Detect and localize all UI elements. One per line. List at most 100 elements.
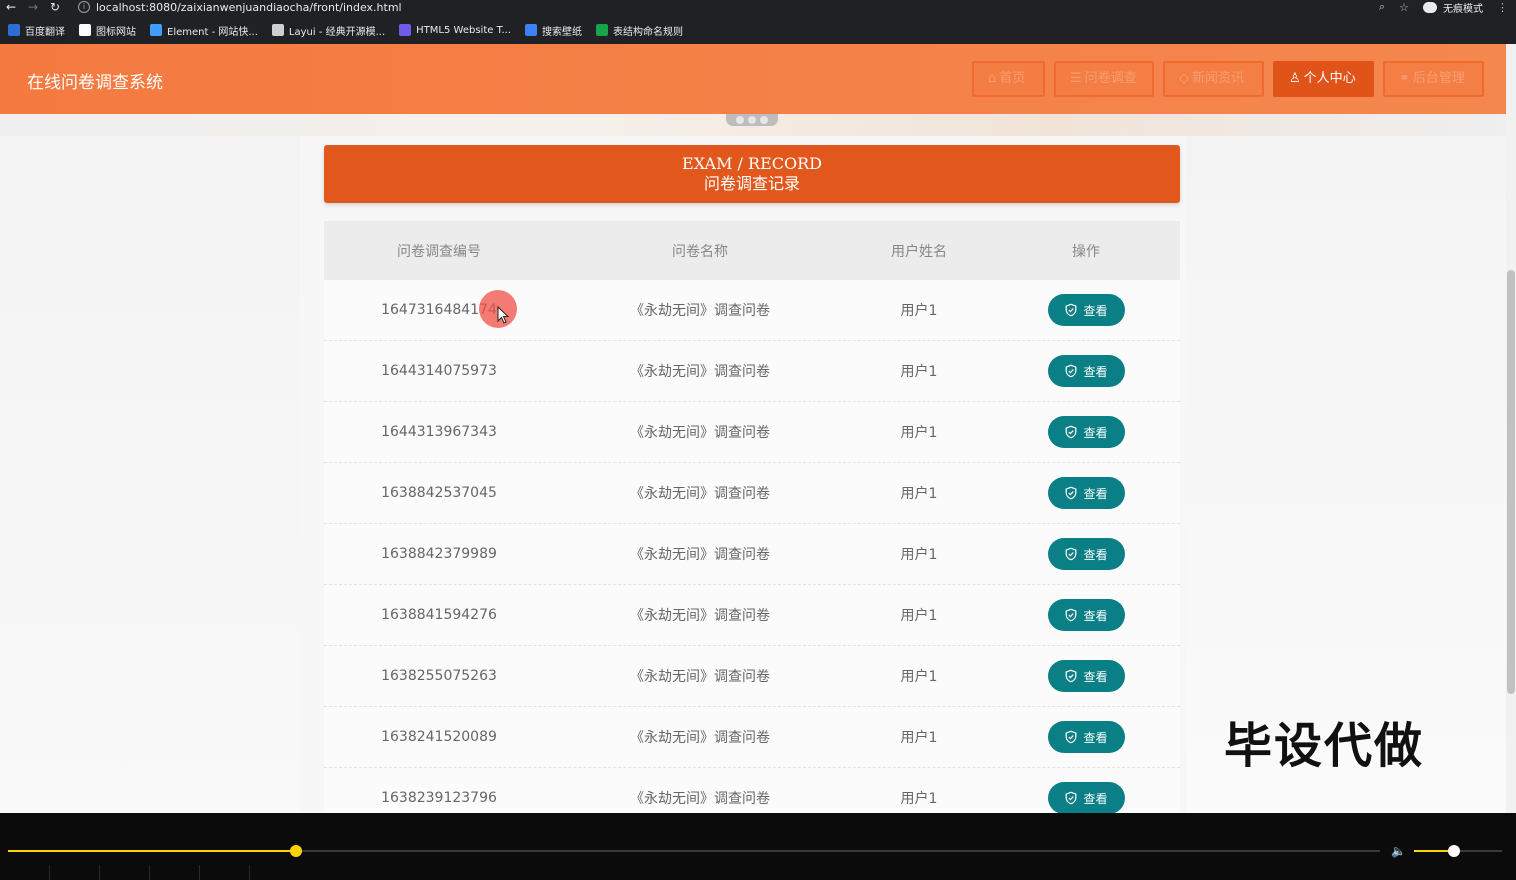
view-button-label: 查看 <box>1083 303 1108 318</box>
bookmark-favicon-icon <box>79 24 91 36</box>
cell-action: 查看 <box>992 477 1180 509</box>
volume-slider[interactable] <box>1414 845 1502 857</box>
shield-check-icon <box>1066 608 1077 622</box>
shield-check-icon <box>1066 547 1077 561</box>
home-icon: ⌂ <box>988 71 997 86</box>
video-player-bar: 🔈 <box>0 813 1516 880</box>
nav-item-3[interactable]: ◇ 新闻资讯 <box>1163 61 1264 97</box>
nav-item-label: 个人中心 <box>1303 71 1356 86</box>
cell-survey-id: 1644314075973 <box>381 363 497 379</box>
cell-user-name: 用户1 <box>900 547 938 563</box>
shield-check-icon <box>1066 669 1077 683</box>
cell-survey-name: 《永劫无间》调查问卷 <box>630 608 770 624</box>
cell-survey-id: 1638241520089 <box>381 729 497 745</box>
cell-action: 查看 <box>992 782 1180 813</box>
cell-survey-id: 1638842537045 <box>381 485 497 501</box>
shield-check-icon <box>1066 486 1077 500</box>
cell-survey-name: 《永劫无间》调查问卷 <box>630 669 770 685</box>
nav-item-2[interactable]: ☰ 问卷调查 <box>1054 61 1154 97</box>
cell-user-name: 用户1 <box>900 791 938 807</box>
timeline-progress <box>8 850 297 852</box>
nav-item-5[interactable]: ⚭ 后台管理 <box>1383 61 1484 97</box>
back-icon[interactable]: ← <box>0 0 22 14</box>
cell-action: 查看 <box>992 599 1180 631</box>
shield-check-icon <box>1066 730 1077 744</box>
main-nav: ⌂ 首页 ☰ 问卷调查 ◇ 新闻资讯 ♙ 个人中心 ⚭ 后台管理 <box>972 61 1484 97</box>
bookmark-label: HTML5 Website T... <box>416 24 512 36</box>
bookmark-favicon-icon <box>8 24 20 36</box>
site-info-icon[interactable]: i <box>78 1 90 13</box>
address-bar: ← → ↻ i localhost:8080/zaixianwenjuandia… <box>0 0 1516 15</box>
cell-action: 查看 <box>992 721 1180 753</box>
nav-item-label: 后台管理 <box>1412 71 1465 86</box>
incognito-indicator[interactable]: 无痕模式 <box>1423 0 1483 15</box>
nav-item-label: 问卷调查 <box>1084 71 1137 86</box>
view-button[interactable]: 查看 <box>1047 599 1125 631</box>
incognito-icon <box>1423 1 1437 13</box>
forward-icon[interactable]: → <box>22 0 44 14</box>
view-button-label: 查看 <box>1083 608 1108 623</box>
bookmark-label: Layui - 经典开源模... <box>288 26 386 38</box>
view-button[interactable]: 查看 <box>1047 294 1125 326</box>
table-body: 1647316484174 《永劫无间》调查问卷 用户1 查看 164431407597… <box>324 280 1180 813</box>
timeline-handle[interactable] <box>290 845 303 857</box>
view-button-label: 查看 <box>1083 364 1108 379</box>
reload-icon[interactable]: ↻ <box>44 0 66 14</box>
section-title-zh: 问卷调查记录 <box>703 174 800 193</box>
view-button[interactable]: 查看 <box>1047 416 1125 448</box>
page-scrollbar[interactable] <box>1506 44 1516 813</box>
bookmark-favicon-icon <box>150 24 162 36</box>
menu-icon[interactable]: ⋮ <box>1497 1 1508 14</box>
site-title[interactable]: 在线问卷调查系统 <box>27 68 163 93</box>
column-header-name: 问卷名称 <box>672 243 728 260</box>
toolbar-right: ⌕ ☆ 无痕模式 ⋮ <box>1379 0 1508 15</box>
zoom-icon[interactable]: ⌕ <box>1379 0 1385 14</box>
bookmark-item[interactable]: Layui - 经典开源模... <box>271 23 386 38</box>
cell-survey-id: 1638841594276 <box>381 607 497 623</box>
browser-chrome: ← → ↻ i localhost:8080/zaixianwenjuandia… <box>0 0 1516 44</box>
bookmark-item[interactable]: 图标网站 <box>79 23 136 38</box>
nav-item-4[interactable]: ♙ 个人中心 <box>1273 61 1374 97</box>
view-button[interactable]: 查看 <box>1047 477 1125 509</box>
url-input[interactable]: localhost:8080/zaixianwenjuandiaocha/fro… <box>96 1 402 14</box>
cell-user-name: 用户1 <box>900 608 938 624</box>
scrollbar-thumb[interactable] <box>1507 270 1515 694</box>
view-button[interactable]: 查看 <box>1047 355 1125 387</box>
bookmark-item[interactable]: HTML5 Website T... <box>399 24 511 36</box>
cell-survey-id: 1638255075263 <box>381 668 497 684</box>
cell-user-name: 用户1 <box>900 425 938 441</box>
bookmark-item[interactable]: Element - 网站快... <box>150 23 258 38</box>
video-timeline[interactable] <box>8 845 1380 857</box>
bookmark-item[interactable]: 搜索壁纸 <box>525 23 582 38</box>
cell-user-name: 用户1 <box>900 486 938 502</box>
view-button[interactable]: 查看 <box>1047 538 1125 570</box>
bookmark-star-icon[interactable]: ☆ <box>1399 1 1409 14</box>
bookmark-item[interactable]: 表结构命名规则 <box>596 23 683 38</box>
mouse-cursor-icon <box>497 306 510 324</box>
column-header-id: 问卷调查编号 <box>397 243 481 260</box>
bookmark-favicon-icon <box>399 24 412 36</box>
column-header-user: 用户姓名 <box>891 243 947 260</box>
cell-action: 查看 <box>992 538 1180 570</box>
bookmark-favicon-icon <box>271 24 284 36</box>
cell-action: 查看 <box>992 355 1180 387</box>
cell-action: 查看 <box>992 294 1180 326</box>
bookmarks-bar: 百度翻译 图标网站 Element - 网站快... Layui - 经典开源模...… <box>0 20 697 40</box>
carousel-indicators[interactable] <box>726 114 778 126</box>
nav-item-1[interactable]: ⌂ 首页 <box>972 61 1045 97</box>
view-button[interactable]: 查看 <box>1047 660 1125 692</box>
view-button[interactable]: 查看 <box>1047 782 1125 813</box>
volume-icon[interactable]: 🔈 <box>1391 844 1407 858</box>
view-button[interactable]: 查看 <box>1047 721 1125 753</box>
shield-check-icon <box>1066 303 1077 317</box>
bookmark-item[interactable]: 百度翻译 <box>8 23 65 38</box>
view-button-label: 查看 <box>1083 486 1108 501</box>
cell-survey-name: 《永劫无间》调查问卷 <box>630 364 770 380</box>
cell-user-name: 用户1 <box>900 669 938 685</box>
page-viewport: 在线问卷调查系统 ⌂ 首页 ☰ 问卷调查 ◇ 新闻资讯 ♙ 个人中心 ⚭ 后台管理 EXAM / … <box>0 44 1516 813</box>
volume-handle[interactable] <box>1447 845 1460 857</box>
background-left <box>0 114 300 813</box>
nav-item-label: 新闻资讯 <box>1192 71 1245 86</box>
link-icon: ⚭ <box>1399 71 1410 86</box>
cell-survey-name: 《永劫无间》调查问卷 <box>630 303 770 319</box>
